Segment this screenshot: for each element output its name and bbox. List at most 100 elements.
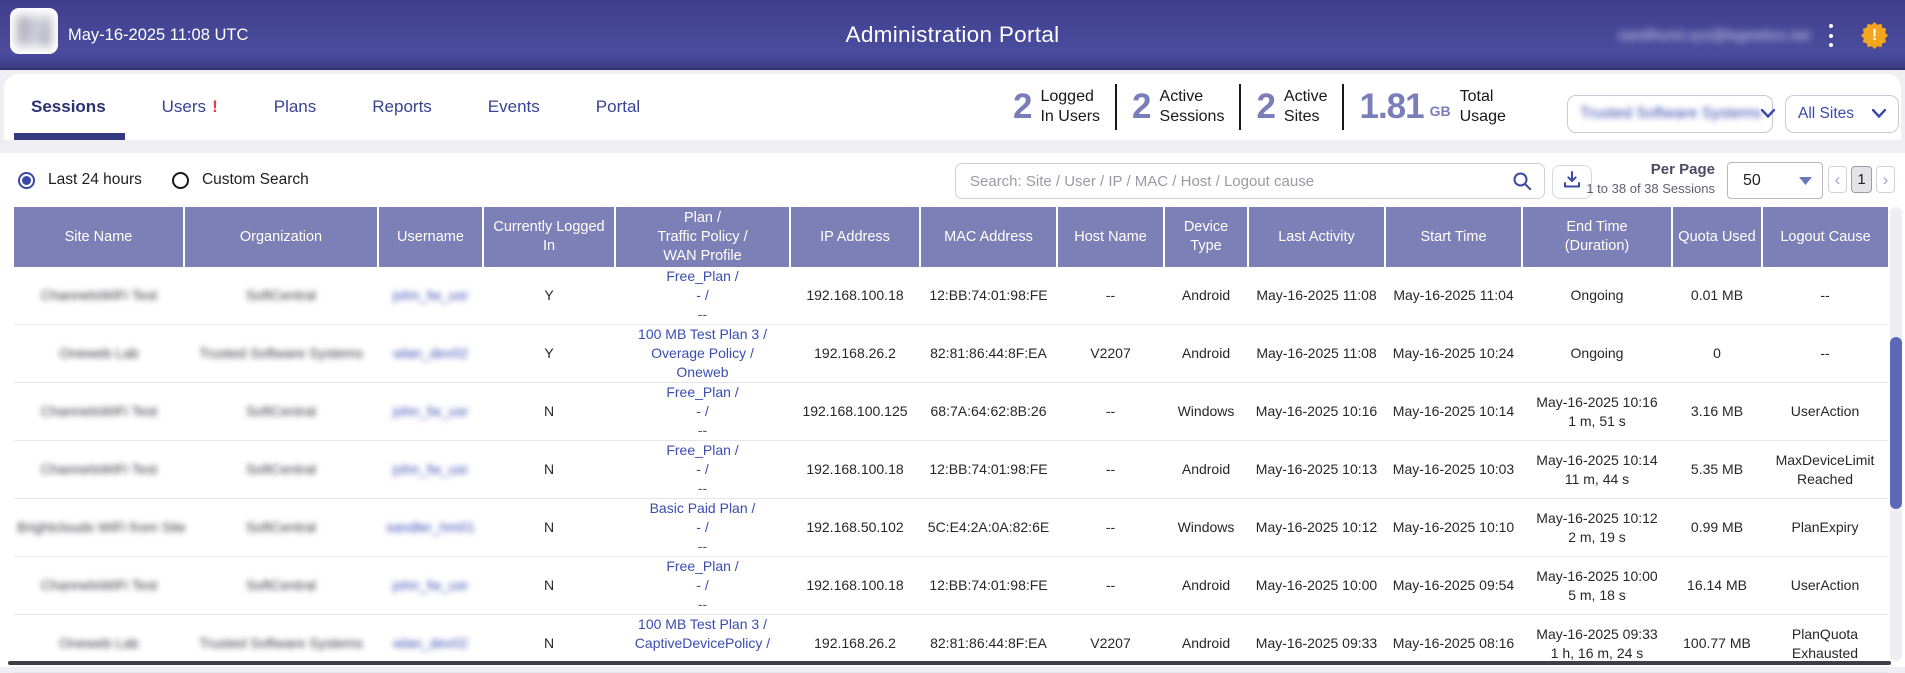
tab-users[interactable]: Users!: [162, 97, 218, 117]
page-title: Administration Portal: [846, 0, 1060, 70]
app-logo-image: [17, 16, 51, 46]
redacted-organization: SoftCentral: [246, 519, 316, 535]
cell-organization: Trusted Software Systems: [184, 325, 378, 383]
column-header-mac-address: MAC Address: [920, 207, 1057, 267]
kebab-menu-icon[interactable]: [1823, 24, 1839, 47]
plan-link-line[interactable]: CaptiveDevicePolicy /: [618, 634, 787, 653]
cell-end-time: May-16-2025 10:161 m, 51 s: [1522, 383, 1672, 441]
plan-link-line[interactable]: - /: [618, 576, 787, 595]
sessions-panel: Last 24 hours Custom Search Per Page 1 t…: [0, 153, 1905, 667]
next-page-button[interactable]: ›: [1876, 166, 1895, 193]
table-row: ChannelsWiFi TestSoftCentraljohn_fw_usrN…: [14, 383, 1888, 441]
pagination: ‹ 1 ›: [1828, 166, 1895, 193]
chevron-down-icon: [1799, 172, 1812, 190]
stat-value: 2: [1132, 87, 1150, 127]
cell-last-activity: May-16-2025 10:13: [1248, 441, 1385, 499]
prev-page-button[interactable]: ‹: [1828, 166, 1847, 193]
tab-plans[interactable]: Plans: [274, 97, 317, 117]
plan-link-line[interactable]: 100 MB Test Plan 3 /: [618, 615, 787, 634]
current-page-button[interactable]: 1: [1851, 166, 1872, 193]
cell-plan-traffic-policy-wan-profile: Free_Plan /- /--: [615, 383, 790, 441]
cell-start-time: May-16-2025 10:14: [1385, 383, 1522, 441]
cell-host-name: --: [1057, 441, 1164, 499]
plan-link-line[interactable]: Free_Plan /: [618, 441, 787, 460]
plan-link-line[interactable]: Basic Paid Plan /: [618, 499, 787, 518]
redacted-username-link[interactable]: john_fw_usr: [393, 287, 469, 303]
alert-badge-icon[interactable]: !: [1861, 22, 1888, 49]
chevron-down-icon: [1872, 105, 1886, 123]
plan-link-line[interactable]: - /: [618, 286, 787, 305]
radio-custom-search[interactable]: Custom Search: [172, 171, 309, 189]
column-header-ip-address: IP Address: [790, 207, 920, 267]
cell-currently-logged-in: Y: [483, 325, 615, 383]
stats-bar: 2LoggedIn Users2ActiveSessions2ActiveSit…: [1013, 74, 1506, 140]
cell-logout-cause: UserAction: [1762, 557, 1888, 615]
search-input[interactable]: [955, 163, 1545, 199]
per-page-select[interactable]: 50: [1727, 162, 1823, 199]
cell-last-activity: May-16-2025 10:12: [1248, 499, 1385, 557]
chevron-down-icon: [1761, 105, 1775, 123]
column-header-device-type: Device Type: [1164, 207, 1248, 267]
plan-link-line[interactable]: Free_Plan /: [618, 557, 787, 576]
cell-mac-address: 68:7A:64:62:8B:26: [920, 383, 1057, 441]
cell-quota-used: 0: [1672, 325, 1762, 383]
plan-link-line: --: [618, 537, 787, 556]
plan-link-line: --: [618, 479, 787, 498]
tab-events[interactable]: Events: [488, 97, 540, 117]
tabs-stats-panel: Sessions Users! Plans Reports Events Portal 2…: [4, 74, 1901, 140]
tab-bar: Sessions Users! Plans Reports Events Portal: [31, 74, 640, 140]
cell-host-name: --: [1057, 557, 1164, 615]
cell-ip-address: 192.168.100.18: [790, 267, 920, 325]
radio-unselected-icon: [172, 172, 189, 189]
vertical-scrollbar-track[interactable]: [1890, 207, 1902, 661]
redacted-username-link[interactable]: wlan_dev02: [393, 635, 468, 651]
plan-link-line[interactable]: - /: [618, 460, 787, 479]
cell-quota-used: 0.99 MB: [1672, 499, 1762, 557]
organization-dropdown[interactable]: Trusted Software Systems: [1567, 95, 1773, 133]
account-email[interactable]: sandhurst.xyz@lognetics.net: [1618, 0, 1810, 70]
plan-link-line[interactable]: Free_Plan /: [618, 383, 787, 402]
tab-reports[interactable]: Reports: [372, 97, 432, 117]
plan-link-line[interactable]: Oneweb: [618, 363, 787, 382]
redacted-username-link[interactable]: john_fw_usr: [393, 461, 469, 477]
tab-label: Events: [488, 97, 540, 117]
cell-quota-used: 0.01 MB: [1672, 267, 1762, 325]
plan-link-line[interactable]: - /: [618, 402, 787, 421]
stat-label: ActiveSites: [1284, 87, 1328, 127]
time-filter-group: Last 24 hours Custom Search: [18, 153, 309, 207]
column-header-start-time: Start Time: [1385, 207, 1522, 267]
vertical-scrollbar-thumb[interactable]: [1890, 337, 1902, 509]
stat-divider: [1342, 84, 1344, 130]
cell-mac-address: 12:BB:74:01:98:FE: [920, 441, 1057, 499]
tab-portal[interactable]: Portal: [596, 97, 640, 117]
radio-label: Custom Search: [202, 171, 309, 189]
redacted-username-link[interactable]: john_fw_usr: [393, 403, 469, 419]
redacted-username-link[interactable]: john_fw_usr: [393, 577, 469, 593]
cell-host-name: --: [1057, 267, 1164, 325]
plan-link-line[interactable]: 100 MB Test Plan 3 /: [618, 325, 787, 344]
cell-host-name: V2207: [1057, 325, 1164, 383]
cell-device-type: Windows: [1164, 383, 1248, 441]
redacted-organization: SoftCentral: [246, 287, 316, 303]
cell-device-type: Android: [1164, 441, 1248, 499]
radio-last-24-hours[interactable]: Last 24 hours: [18, 171, 142, 189]
horizontal-scrollbar[interactable]: [8, 661, 1891, 665]
redacted-username-link[interactable]: wlan_dev02: [393, 345, 468, 361]
redacted-site-name: ChannelsWiFi Test: [41, 461, 157, 477]
plan-link-line[interactable]: - /: [618, 518, 787, 537]
cell-organization: SoftCentral: [184, 383, 378, 441]
plan-link-line[interactable]: Overage Policy /: [618, 344, 787, 363]
plan-link-line[interactable]: Free_Plan /: [618, 267, 787, 286]
redacted-organization: Trusted Software Systems: [199, 345, 363, 361]
redacted-username-link[interactable]: sandler_hm01: [386, 519, 475, 535]
tab-sessions[interactable]: Sessions: [31, 97, 106, 117]
app-logo[interactable]: [10, 8, 58, 54]
search-icon[interactable]: [1512, 171, 1532, 191]
cell-username: john_fw_usr: [378, 557, 483, 615]
all-sites-dropdown[interactable]: All Sites: [1785, 95, 1899, 133]
redacted-site-name: ChannelsWiFi Test: [41, 287, 157, 303]
organization-dropdown-value: Trusted Software Systems: [1580, 105, 1761, 123]
column-header-end-time: End Time(Duration): [1522, 207, 1672, 267]
cell-end-time: Ongoing: [1522, 325, 1672, 383]
cell-host-name: --: [1057, 383, 1164, 441]
